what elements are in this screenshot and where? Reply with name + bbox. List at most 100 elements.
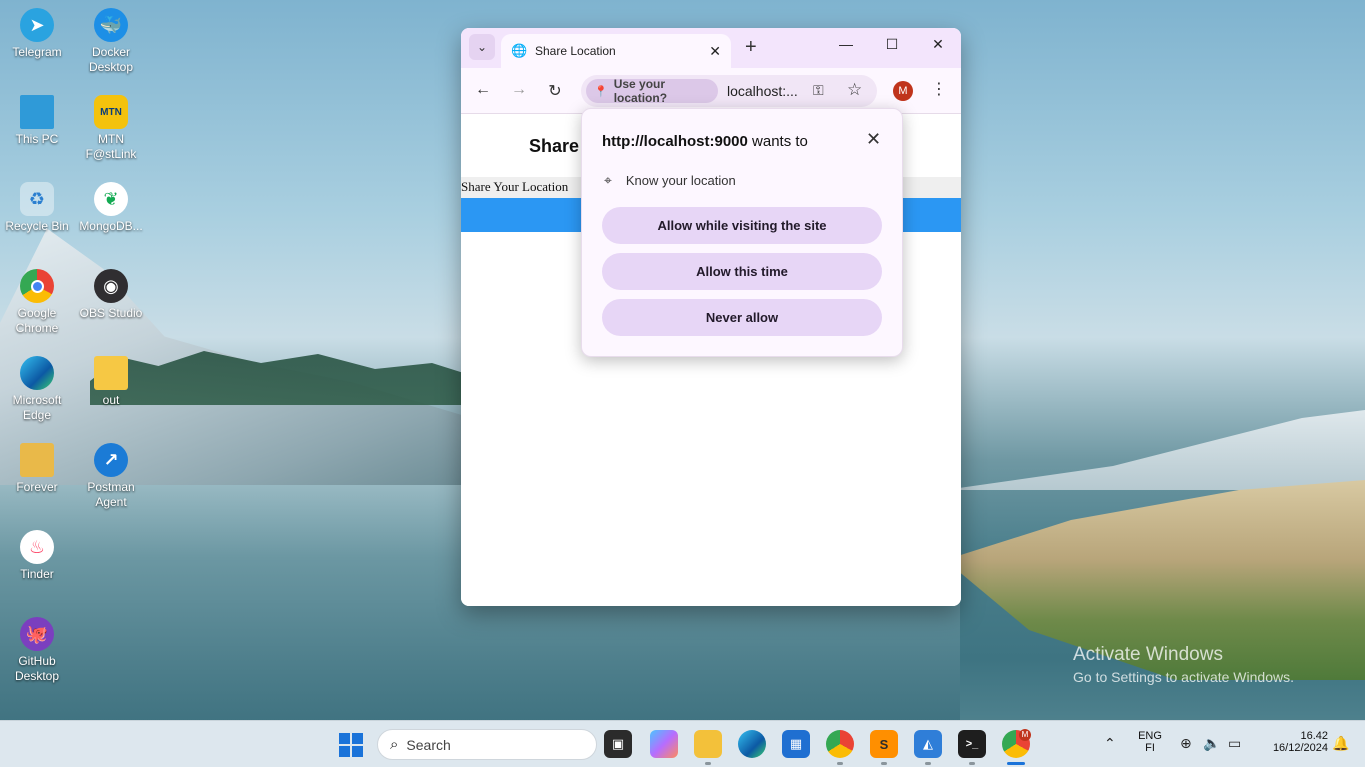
activate-windows-watermark: Activate Windows Go to Settings to activ… [1073, 644, 1294, 685]
obs-icon: ◉ [94, 269, 128, 303]
url-text[interactable]: localhost:... [727, 83, 798, 99]
globe-icon: 🌐 [511, 43, 528, 58]
edge-icon[interactable] [738, 730, 766, 758]
windows-logo-icon [339, 733, 350, 744]
tab-share-location[interactable]: 🌐 Share Location ✕ [501, 34, 731, 68]
chrome-profile-icon[interactable] [826, 730, 854, 758]
desktop-icon-edge[interactable]: Microsoft Edge [0, 356, 74, 423]
desktop-icon-recycle-bin[interactable]: ♻ Recycle Bin [0, 182, 74, 234]
windows-logo-icon [352, 746, 363, 757]
desktop-icon-label: Forever [16, 480, 58, 494]
new-tab-button[interactable]: + [745, 36, 757, 59]
battery-icon[interactable]: ▭ [1228, 735, 1241, 752]
sublime-text-icon[interactable]: S [870, 730, 898, 758]
activate-windows-subtitle: Go to Settings to activate Windows. [1073, 669, 1294, 685]
clock[interactable]: 16.42 16/12/2024 [1256, 730, 1328, 754]
popup-origin: http://localhost:9000 [602, 133, 748, 150]
desktop-icon-label: Telegram [12, 45, 62, 59]
clock-date: 16/12/2024 [1272, 742, 1328, 754]
desktop-icon-telegram[interactable]: ➤ Telegram [0, 8, 74, 60]
start-button[interactable] [339, 733, 363, 757]
tab-close-icon[interactable]: ✕ [709, 43, 721, 60]
share-label: Share Your Location [461, 179, 569, 194]
desktop-icon-out-folder[interactable]: out [74, 356, 148, 408]
popup-title: http://localhost:9000 wants to [602, 133, 808, 150]
desktop-icon-mongodb[interactable]: ❦ MongoDB... [74, 182, 148, 234]
permission-label: Know your location [625, 173, 736, 188]
desktop-icon-label: GitHub Desktop [14, 654, 60, 683]
microsoft-store-icon[interactable]: ▦ [782, 730, 810, 758]
copilot-icon[interactable] [650, 730, 678, 758]
network-globe-icon[interactable]: ⊕ [1180, 735, 1192, 752]
desktop-icon-label: OBS Studio [79, 306, 143, 320]
back-button[interactable]: ← [473, 81, 493, 99]
maximize-button[interactable]: ☐ [877, 36, 907, 53]
desktop-icon-this-pc[interactable]: This PC [0, 95, 74, 147]
github-icon: 🐙 [20, 617, 54, 651]
clock-time: 16.42 [1300, 730, 1328, 742]
desktop-icon-label: Microsoft Edge [12, 393, 62, 422]
recycle-bin-icon: ♻ [20, 182, 54, 216]
tab-strip: ⌄ 🌐 Share Location ✕ + — ☐ ✕ [461, 28, 961, 68]
photos-icon[interactable]: ◭ [914, 730, 942, 758]
desktop-icon-label: Tinder [20, 567, 54, 581]
close-window-button[interactable]: ✕ [923, 36, 953, 53]
desktop-icon-mtn[interactable]: MTN MTN F@stLink [74, 95, 148, 162]
location-pin-icon: ⌖ [604, 172, 612, 188]
location-pin-icon: 📍 [594, 85, 608, 98]
location-permission-popup: http://localhost:9000 wants to ✕ ⌖ Know … [581, 108, 903, 357]
folder-icon [94, 356, 128, 390]
chrome-profile-badge: M [1019, 729, 1031, 741]
desktop-icon-label: Postman Agent [87, 480, 135, 509]
running-indicator [837, 762, 843, 765]
notification-bell-icon[interactable]: 🔔 [1332, 735, 1349, 752]
profile-avatar[interactable]: M [893, 81, 913, 101]
never-allow-button[interactable]: Never allow [602, 299, 882, 336]
desktop-icon-forever[interactable]: Forever [0, 443, 74, 495]
terminal-icon[interactable]: >_ [958, 730, 986, 758]
volume-icon[interactable]: 🔈 [1203, 735, 1220, 752]
desktop-icon-github-desktop[interactable]: 🐙 GitHub Desktop [0, 617, 74, 684]
forward-button[interactable]: → [509, 81, 529, 99]
postman-agent-icon: ↗ [94, 443, 128, 477]
wallpaper-mountain-right [945, 410, 1365, 490]
minimize-button[interactable]: — [831, 36, 861, 52]
permission-row: ⌖ Know your location [604, 172, 736, 189]
desktop-icon-postman-agent[interactable]: ↗ Postman Agent [74, 443, 148, 510]
tab-search-button[interactable]: ⌄ [469, 34, 495, 60]
running-indicator [925, 762, 931, 765]
chrome-icon [20, 269, 54, 303]
windows-logo-icon [339, 746, 350, 757]
location-permission-chip[interactable]: 📍 Use your location? [586, 77, 718, 105]
region-code: FI [1145, 742, 1155, 754]
docker-icon: 🐳 [94, 8, 128, 42]
desktop-icon-tinder[interactable]: ♨ Tinder [0, 530, 74, 582]
desktop-icon-chrome[interactable]: Google Chrome [0, 269, 74, 336]
allow-while-visiting-button[interactable]: Allow while visiting the site [602, 207, 882, 244]
page-heading: Share [529, 136, 580, 156]
key-icon[interactable]: ⚿ [813, 82, 824, 99]
chevron-up-icon[interactable]: ⌃ [1104, 735, 1116, 752]
desktop-icon-label: Recycle Bin [5, 219, 69, 233]
tinder-flame-icon: ♨ [20, 530, 54, 564]
running-indicator [881, 762, 887, 765]
taskbar: ⌕ Search ▣ ▦ S ◭ >_ M ⌃ ENG FI ⊕ 🔈 ▭ 16.… [0, 720, 1365, 767]
taskbar-search[interactable]: ⌕ Search [377, 729, 597, 760]
location-chip-label: Use your location? [613, 77, 668, 105]
reload-button[interactable]: ↻ [545, 81, 565, 101]
popup-title-suffix: wants to [747, 133, 808, 150]
task-view-icon[interactable]: ▣ [604, 730, 632, 758]
allow-this-time-button[interactable]: Allow this time [602, 253, 882, 290]
kebab-menu-icon[interactable]: ⋮ [931, 79, 947, 99]
windows-logo-icon [352, 733, 363, 744]
language-code: ENG [1138, 730, 1162, 742]
address-bar[interactable]: 📍 Use your location? localhost:... ⚿ ☆ [581, 75, 877, 107]
desktop-icon-obs[interactable]: ◉ OBS Studio [74, 269, 148, 321]
search-placeholder: Search [406, 736, 451, 753]
bookmark-star-icon[interactable]: ☆ [847, 80, 862, 100]
desktop-icon-label: This PC [15, 132, 59, 146]
popup-close-icon[interactable]: ✕ [866, 129, 881, 150]
language-indicator[interactable]: ENG FI [1136, 730, 1164, 754]
file-explorer-icon[interactable] [694, 730, 722, 758]
desktop-icon-docker[interactable]: 🐳 Docker Desktop [74, 8, 148, 75]
